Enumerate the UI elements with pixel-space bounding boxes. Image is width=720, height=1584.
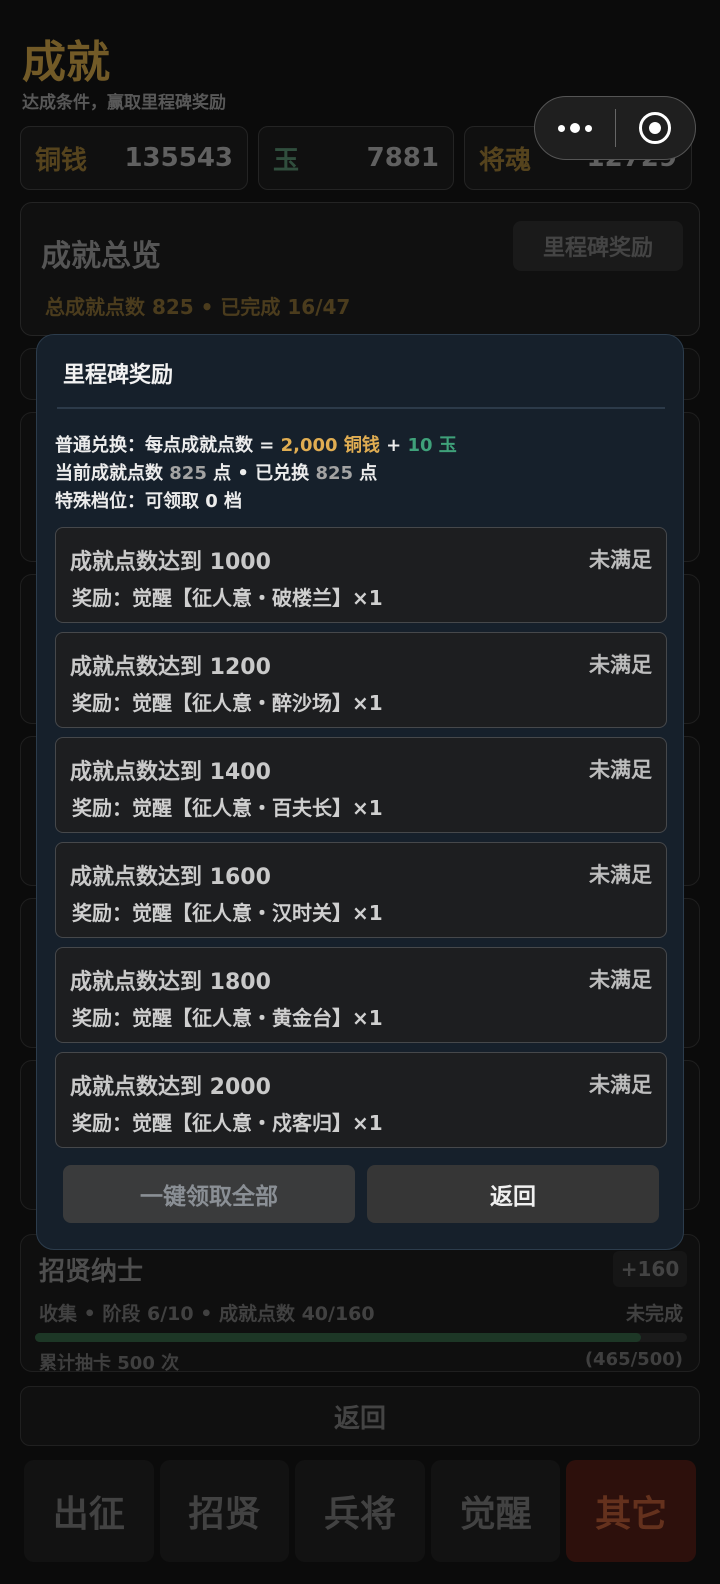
milestone-item: 成就点数达到 1400 未满足 奖励：觉醒【征人意・百夫长】×1 (55, 737, 667, 833)
milestone-item: 成就点数达到 2000 未满足 奖励：觉醒【征人意・戍客归】×1 (55, 1052, 667, 1148)
milestone-item: 成就点数达到 1000 未满足 奖励：觉醒【征人意・破楼兰】×1 (55, 527, 667, 623)
target-close-icon (639, 112, 672, 144)
milestone-condition: 成就点数达到 1400 (70, 760, 271, 785)
milestone-item: 成就点数达到 1800 未满足 奖励：觉醒【征人意・黄金台】×1 (55, 947, 667, 1043)
milestone-reward: 奖励：觉醒【征人意・醉沙场】×1 (72, 691, 383, 715)
current-points: 825 (169, 463, 207, 484)
more-menu-button[interactable] (535, 97, 615, 159)
milestone-status: 未满足 (589, 653, 652, 677)
modal-title: 里程碑奖励 (63, 363, 174, 388)
milestone-condition: 成就点数达到 1000 (70, 550, 271, 575)
milestone-reward: 奖励：觉醒【征人意・汉时关】×1 (72, 901, 383, 925)
milestone-item: 成就点数达到 1200 未满足 奖励：觉醒【征人意・醉沙场】×1 (55, 632, 667, 728)
milestone-reward: 奖励：觉醒【征人意・黄金台】×1 (72, 1006, 383, 1030)
special-tier-text: 特殊档位：可领取 0 档 (55, 491, 243, 512)
current-label: 点 (353, 463, 378, 484)
mini-program-capsule (534, 96, 696, 160)
milestone-condition: 成就点数达到 2000 (70, 1075, 271, 1100)
milestone-reward: 奖励：觉醒【征人意・破楼兰】×1 (72, 586, 383, 610)
milestone-condition: 成就点数达到 1200 (70, 655, 271, 680)
milestone-reward-modal: 里程碑奖励 普通兑换：每点成就点数 = 2,000 铜钱 + 10 玉 当前成就… (36, 334, 684, 1250)
current-points-text: 当前成就点数 825 点 • 已兑换 825 点 (55, 459, 377, 485)
modal-back-button[interactable]: 返回 (367, 1165, 659, 1223)
milestone-status: 未满足 (589, 968, 652, 992)
exchange-plus: + (379, 435, 408, 456)
current-label: 点 • 已兑换 (206, 463, 316, 484)
close-program-button[interactable] (616, 97, 696, 159)
milestone-condition: 成就点数达到 1800 (70, 970, 271, 995)
modal-divider (57, 407, 665, 409)
milestone-list[interactable]: 成就点数达到 1000 未满足 奖励：觉醒【征人意・破楼兰】×1 成就点数达到 … (55, 527, 667, 1155)
exchange-jade: 10 玉 (407, 435, 457, 456)
more-dots-icon (557, 123, 592, 133)
milestone-item: 成就点数达到 1600 未满足 奖励：觉醒【征人意・汉时关】×1 (55, 842, 667, 938)
milestone-status: 未满足 (589, 863, 652, 887)
milestone-reward: 奖励：觉醒【征人意・百夫长】×1 (72, 796, 383, 820)
milestone-status: 未满足 (589, 1073, 652, 1097)
achievements-page: 成就 达成条件，赢取里程碑奖励 铜钱 135543 玉 7881 将魂 1272… (0, 0, 720, 1584)
claim-all-button[interactable]: 一键领取全部 (63, 1165, 355, 1223)
milestone-status: 未满足 (589, 758, 652, 782)
milestone-reward: 奖励：觉醒【征人意・戍客归】×1 (72, 1111, 383, 1135)
milestone-status: 未满足 (589, 548, 652, 572)
current-label: 当前成就点数 (55, 463, 170, 484)
milestone-condition: 成就点数达到 1600 (70, 865, 271, 890)
exchange-copper: 2,000 铜钱 (280, 435, 380, 456)
exchanged-points: 825 (315, 463, 354, 484)
exchange-rate-text: 普通兑换：每点成就点数 = 2,000 铜钱 + 10 玉 (55, 431, 457, 457)
exchange-prefix: 普通兑换：每点成就点数 = (55, 435, 281, 456)
